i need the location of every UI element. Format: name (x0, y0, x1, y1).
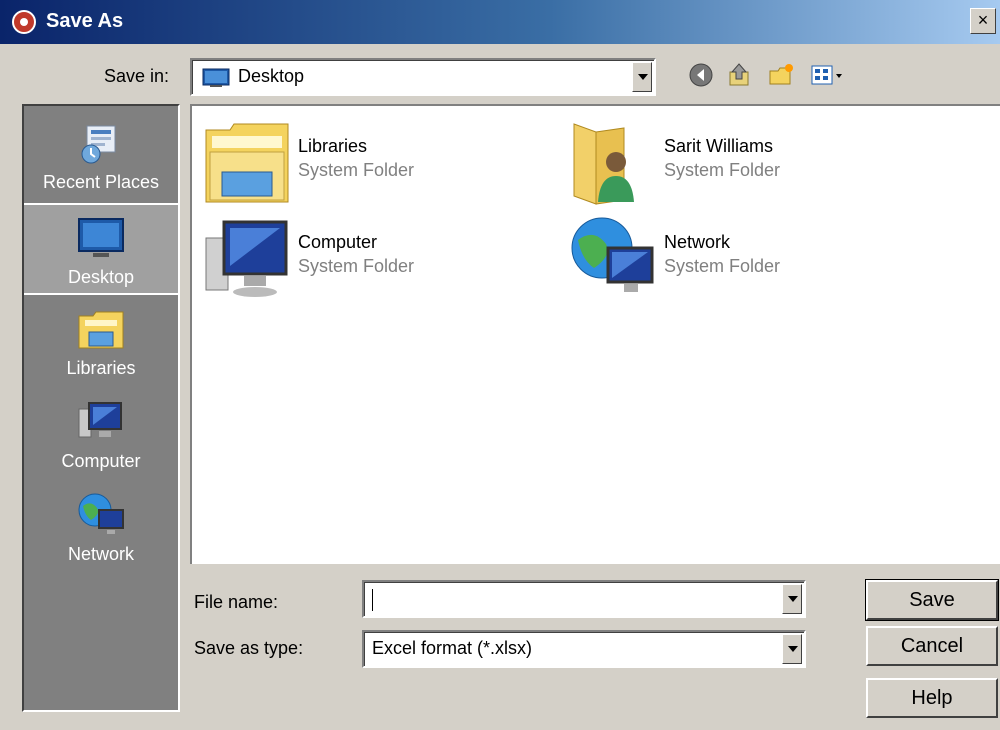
save-in-label: Save in: (104, 66, 170, 86)
view-menu-icon[interactable] (810, 62, 844, 88)
text-cursor (372, 589, 373, 611)
up-folder-icon[interactable] (726, 62, 752, 88)
list-item-sarit-williams[interactable]: Sarit Williams System Folder (568, 118, 908, 208)
back-icon[interactable] (688, 62, 714, 88)
file-name: Computer (298, 232, 378, 252)
save-in-dropdown-arrow[interactable] (632, 62, 652, 92)
computer-icon (205, 220, 288, 297)
file-type: System Folder (664, 160, 781, 180)
list-item-network[interactable]: Network System Folder (568, 214, 908, 304)
place-computer[interactable]: Computer (24, 389, 178, 481)
file-type: System Folder (298, 256, 415, 276)
computer-icon (78, 402, 122, 438)
place-desktop[interactable]: Desktop (24, 203, 178, 295)
save-as-type-label: Save as type: (194, 638, 304, 658)
libraries-icon (78, 311, 124, 349)
places-bar: Recent Places Desktop Libraries Computer (22, 104, 180, 712)
file-name-label: File name: (194, 592, 279, 612)
desktop-icon (202, 68, 230, 87)
desktop-icon (78, 218, 124, 257)
file-type: System Folder (664, 256, 781, 276)
place-label: Computer (61, 451, 141, 471)
place-label: Libraries (66, 358, 136, 378)
save-as-type-dropdown-arrow[interactable] (782, 634, 802, 664)
libraries-folder-icon (205, 123, 289, 203)
network-icon (78, 493, 124, 534)
place-label: Desktop (67, 267, 135, 287)
save-in-value: Desktop (238, 66, 305, 86)
user-folder-icon (573, 123, 634, 205)
new-folder-icon[interactable] (768, 62, 794, 88)
place-label: Recent Places (42, 172, 160, 192)
place-recent-places[interactable]: Recent Places (24, 110, 178, 202)
recent-places-icon (81, 125, 116, 164)
save-as-type-dropdown[interactable]: Excel format (*.xlsx) (362, 630, 806, 668)
file-list[interactable]: Libraries System Folder Sarit Williams S… (190, 104, 1000, 564)
list-item-computer[interactable]: Computer System Folder (202, 214, 542, 304)
save-button[interactable]: Save (865, 579, 999, 621)
file-name: Libraries (298, 136, 368, 156)
place-network[interactable]: Network (24, 482, 178, 574)
file-name: Network (664, 232, 731, 252)
place-label: Network (67, 544, 134, 564)
app-icon (12, 10, 36, 34)
title-bar: Save As × (0, 0, 1000, 44)
file-name-input[interactable] (362, 580, 806, 618)
place-libraries[interactable]: Libraries (24, 296, 178, 388)
file-name-dropdown-arrow[interactable] (782, 584, 802, 614)
help-button[interactable]: Help (866, 678, 998, 718)
save-as-type-value: Excel format (*.xlsx) (372, 638, 533, 658)
list-item-libraries[interactable]: Libraries System Folder (202, 118, 542, 208)
network-icon (571, 217, 654, 292)
save-in-dropdown[interactable]: Desktop (190, 58, 656, 96)
file-name: Sarit Williams (664, 136, 774, 156)
close-button[interactable]: × (970, 8, 996, 34)
cancel-button[interactable]: Cancel (866, 626, 998, 666)
dialog-title: Save As (46, 10, 124, 32)
file-type: System Folder (298, 160, 415, 180)
